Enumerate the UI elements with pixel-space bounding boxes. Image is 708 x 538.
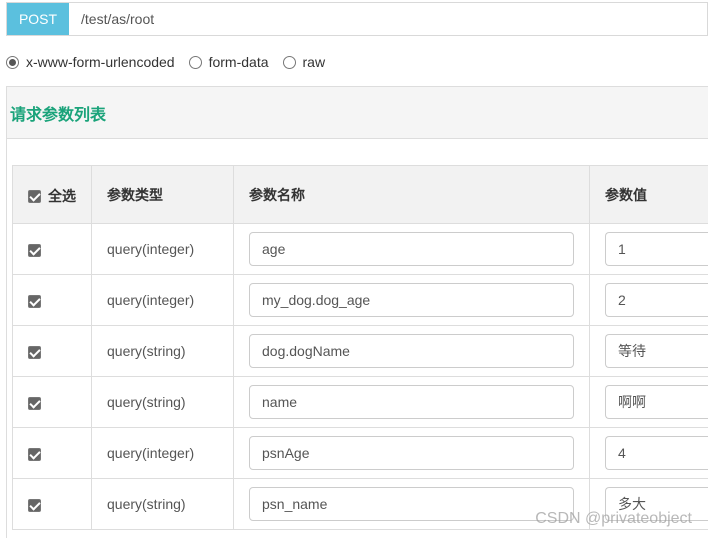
row-check-cell [12, 325, 92, 377]
param-value-input[interactable] [605, 487, 708, 521]
radio-raw[interactable]: raw [282, 54, 326, 70]
body-type-radio-group: x-www-form-urlencoded form-data raw [6, 52, 339, 72]
param-value-input[interactable] [605, 385, 708, 419]
param-name-cell [233, 478, 590, 530]
param-name-cell [233, 325, 590, 377]
param-name-input[interactable] [249, 436, 574, 470]
param-type: query(string) [91, 376, 234, 428]
param-name-input[interactable] [249, 283, 574, 317]
param-name-input[interactable] [249, 487, 574, 521]
radio-form-data[interactable]: form-data [188, 54, 269, 70]
param-name-input[interactable] [249, 334, 574, 368]
param-value-cell [589, 478, 708, 530]
url-bar: POST [6, 2, 708, 36]
param-name-cell [233, 223, 590, 275]
param-name-input[interactable] [249, 232, 574, 266]
table-row: query(string) [12, 478, 708, 530]
table-row: query(string) [12, 325, 708, 377]
param-value-input[interactable] [605, 283, 708, 317]
param-value-cell [589, 376, 708, 428]
header-param-name: 参数名称 [233, 165, 590, 224]
select-all-label: 全选 [48, 188, 76, 204]
param-type: query(integer) [91, 274, 234, 326]
row-check-cell [12, 478, 92, 530]
radio-urlencoded-label: x-www-form-urlencoded [26, 54, 175, 70]
param-value-input[interactable] [605, 436, 708, 470]
param-value-cell [589, 325, 708, 377]
param-type: query(integer) [91, 223, 234, 275]
row-check-cell [12, 223, 92, 275]
params-panel: 请求参数列表 全选 参数类型 参数名称 参数值 query(integer) a… [6, 86, 708, 538]
param-name-input[interactable] [249, 385, 574, 419]
param-name-cell [233, 274, 590, 326]
table-row: query(integer) [12, 223, 708, 275]
row-checkbox[interactable] [28, 243, 41, 257]
param-value-input[interactable] [605, 334, 708, 368]
row-checkbox[interactable] [28, 498, 41, 512]
row-check-cell [12, 376, 92, 428]
param-value-input[interactable] [605, 232, 708, 266]
param-value-cell [589, 427, 708, 479]
param-type: query(string) [91, 325, 234, 377]
params-table: 全选 参数类型 参数名称 参数值 query(integer) query(in… [12, 165, 708, 530]
param-type: query(string) [91, 478, 234, 530]
header-select-all: 全选 [12, 165, 92, 224]
table-row: query(string) [12, 376, 708, 428]
param-type: query(integer) [91, 427, 234, 479]
row-checkbox[interactable] [28, 345, 41, 359]
method-button[interactable]: POST [7, 3, 69, 35]
select-all-checkbox[interactable] [28, 189, 41, 203]
table-row: query(integer) [12, 274, 708, 326]
param-value-cell [589, 223, 708, 275]
table-header-row: 全选 参数类型 参数名称 参数值 [12, 165, 708, 224]
panel-header: 请求参数列表 [7, 87, 708, 139]
header-param-type: 参数类型 [91, 165, 234, 224]
radio-form-data-label: form-data [208, 54, 269, 70]
param-value-cell [589, 274, 708, 326]
radio-urlencoded-circle[interactable] [6, 55, 19, 69]
radio-raw-label: raw [302, 54, 326, 70]
row-check-cell [12, 274, 92, 326]
radio-urlencoded[interactable]: x-www-form-urlencoded [6, 54, 175, 70]
header-param-value: 参数值 [589, 165, 708, 224]
row-checkbox[interactable] [28, 294, 41, 308]
radio-raw-circle[interactable] [282, 55, 296, 69]
panel-title: 请求参数列表 [10, 106, 107, 124]
url-input[interactable] [69, 3, 707, 35]
row-check-cell [12, 427, 92, 479]
row-checkbox[interactable] [28, 396, 41, 410]
row-checkbox[interactable] [28, 447, 41, 461]
table-row: query(integer) [12, 427, 708, 479]
param-name-cell [233, 427, 590, 479]
param-name-cell [233, 376, 590, 428]
radio-form-data-circle[interactable] [188, 55, 202, 69]
